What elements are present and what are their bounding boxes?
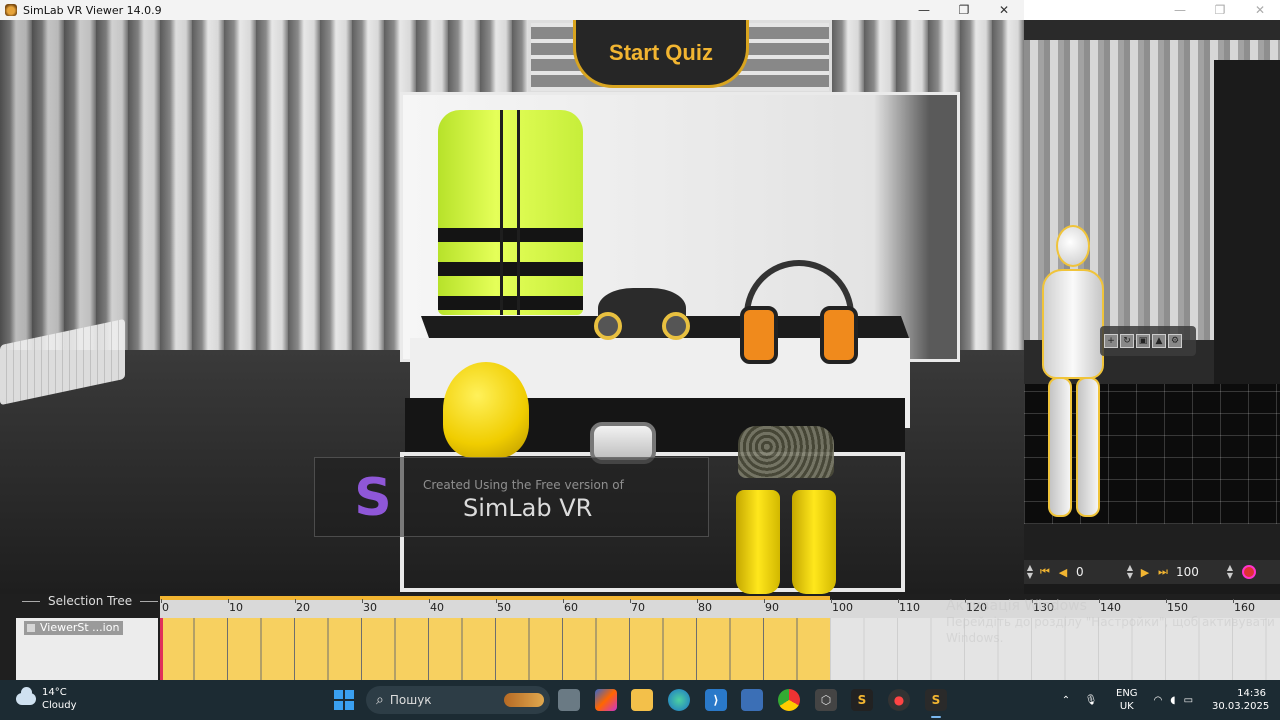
spin-icon[interactable]: ▲ ▼ xyxy=(1024,564,1036,580)
vscode-icon[interactable]: ⟩ xyxy=(705,689,727,711)
dark-doorway xyxy=(1214,60,1280,390)
hard-hat-object[interactable] xyxy=(443,362,529,458)
play-backward-button[interactable]: ◀ xyxy=(1054,566,1072,579)
simlab-composer-icon[interactable]: S xyxy=(851,689,873,711)
play-forward-button[interactable]: ▶ xyxy=(1136,566,1154,579)
arrow-up-icon[interactable]: ▲ xyxy=(1152,334,1166,348)
taskbar-clock[interactable]: 14:36 30.03.2025 xyxy=(1212,687,1270,713)
clock-date: 30.03.2025 xyxy=(1212,701,1270,712)
windows-start-icon[interactable] xyxy=(334,690,354,710)
secondary-viewport[interactable]: + ↻ ▣ ▲ ⚙ xyxy=(1024,20,1280,560)
task-view-icon[interactable] xyxy=(558,689,580,711)
transform-gizmo[interactable]: + ↻ ▣ ▲ ⚙ xyxy=(1100,326,1196,356)
chevron-up-icon[interactable]: ⌃ xyxy=(1058,695,1074,706)
weather-widget[interactable]: 14°C Cloudy xyxy=(16,686,76,712)
ruler-tick-label: 80 xyxy=(697,599,712,614)
animation-clip-bar[interactable] xyxy=(160,618,830,680)
battery-icon[interactable]: ▭ xyxy=(1184,695,1193,706)
ruler-tick-label: 60 xyxy=(563,599,578,614)
safety-boots-object[interactable] xyxy=(736,490,856,594)
record-icon[interactable] xyxy=(1242,565,1256,579)
secondary-close-button[interactable]: ✕ xyxy=(1240,0,1280,20)
start-frame-spin-icon[interactable]: ▲ ▼ xyxy=(1124,564,1136,580)
chrome-icon[interactable] xyxy=(778,689,800,711)
language-indicator[interactable]: ENG UK xyxy=(1116,687,1138,713)
ruler-tick-label: 50 xyxy=(496,599,511,614)
end-frame-spin-icon[interactable]: ▲ ▼ xyxy=(1224,564,1236,580)
ruler-tick-label: 100 xyxy=(831,599,853,614)
activate-windows-line2: Windows. xyxy=(946,631,1004,645)
maximize-button[interactable]: ❐ xyxy=(944,0,984,20)
ruler-tick-label: 90 xyxy=(764,599,779,614)
simlab-app-icon xyxy=(5,4,17,16)
secondary-maximize-button[interactable]: ❐ xyxy=(1200,0,1240,20)
ruler-tick-label: 30 xyxy=(362,599,377,614)
container-wall xyxy=(0,20,220,350)
start-frame-field[interactable]: 0 xyxy=(1072,565,1124,579)
playback-controls: ▲ ▼ ⏮ ◀ 0 ▲ ▼ ▶ ⏭ 100 ▲ ▼ xyxy=(1024,560,1280,584)
ruler-tick-label: 0 xyxy=(161,599,169,614)
move-icon[interactable]: + xyxy=(1104,334,1118,348)
clock-time: 14:36 xyxy=(1237,688,1266,699)
ruler-tick-label: 40 xyxy=(429,599,444,614)
respirator-mask-object[interactable] xyxy=(594,288,690,340)
simlab-vr-viewer-icon[interactable]: S xyxy=(925,689,947,718)
system-tray: ⌃ 🎙 ENG UK ◠ ◖ ▭ xyxy=(1058,680,1193,720)
taskbar-search[interactable]: ⌕ Пошук xyxy=(366,686,550,714)
timeline-panel: Selection Tree 0 10 20 30 40 50 60 70 80 90 100 110… xyxy=(0,594,1280,680)
selection-tree-label[interactable]: Selection Tree xyxy=(22,594,158,608)
ruler-tick-label: 70 xyxy=(630,599,645,614)
watermark-title: SimLab VR xyxy=(463,494,593,522)
safety-vest-object[interactable] xyxy=(438,110,583,315)
vr-viewport[interactable]: Start Quiz S Created Using the Free vers… xyxy=(0,20,1024,594)
simlab-logo-icon: S xyxy=(354,468,392,528)
go-to-end-button[interactable]: ⏭ xyxy=(1154,565,1172,579)
search-highlight-image xyxy=(504,693,544,707)
windows-taskbar: 14°C Cloudy ⌕ Пошук ⟩ ⬡ S ● S ⌃ 🎙 ENG UK… xyxy=(0,680,1280,720)
playhead[interactable] xyxy=(160,618,163,680)
mannequin-avatar[interactable] xyxy=(1030,225,1112,520)
track-list: ViewerSt ...ion xyxy=(16,618,158,680)
ruler-tick-label: 10 xyxy=(228,599,243,614)
minimize-button[interactable]: — xyxy=(904,0,944,20)
store-icon[interactable] xyxy=(741,689,763,711)
copilot-icon[interactable] xyxy=(595,689,617,711)
end-frame-field[interactable]: 100 xyxy=(1172,565,1224,579)
free-version-watermark: S Created Using the Free version of SimL… xyxy=(314,457,709,537)
cloud-icon xyxy=(16,687,36,705)
panel-floor xyxy=(1024,524,1280,560)
secondary-window-title-bar: — ❐ ✕ xyxy=(1024,0,1280,20)
scale-icon[interactable]: ▣ xyxy=(1136,334,1150,348)
secondary-minimize-button[interactable]: — xyxy=(1160,0,1200,20)
wifi-icon[interactable]: ◠ xyxy=(1154,695,1163,706)
activate-windows-title: Активація Windows xyxy=(946,598,1087,614)
ruler-tick-label: 110 xyxy=(898,599,920,614)
watermark-subtitle: Created Using the Free version of xyxy=(423,478,624,492)
search-icon: ⌕ xyxy=(376,692,384,708)
microphone-icon[interactable]: 🎙 xyxy=(1080,695,1102,706)
volume-icon[interactable]: ◖ xyxy=(1170,695,1175,706)
start-quiz-button[interactable]: Start Quiz xyxy=(573,20,749,88)
weather-desc: Cloudy xyxy=(42,700,77,711)
weather-temp: 14°C xyxy=(42,687,67,698)
obs-record-icon[interactable]: ● xyxy=(888,689,910,711)
unity-icon[interactable]: ⬡ xyxy=(815,689,837,711)
activate-windows-line1: Перейдіть до розділу "Настройки", щоб ак… xyxy=(946,615,1275,629)
ruler-tick-label: 20 xyxy=(295,599,310,614)
file-explorer-icon[interactable] xyxy=(631,689,653,711)
title-bar: SimLab VR Viewer 14.0.9 — ❐ ✕ xyxy=(0,0,1024,20)
go-to-start-button[interactable]: ⏮ xyxy=(1036,565,1054,579)
search-placeholder: Пошук xyxy=(389,693,432,707)
language-region: UK xyxy=(1119,701,1134,712)
activate-windows-watermark: Активація Windows Перейдіть до розділу "… xyxy=(946,598,1275,646)
language-code: ENG xyxy=(1116,688,1138,699)
settings-icon[interactable]: ⚙ xyxy=(1168,334,1182,348)
edge-browser-icon[interactable] xyxy=(668,689,690,711)
work-gloves-object[interactable] xyxy=(738,426,834,478)
rotate-icon[interactable]: ↻ xyxy=(1120,334,1134,348)
close-button[interactable]: ✕ xyxy=(984,0,1024,20)
window-title: SimLab VR Viewer 14.0.9 xyxy=(23,3,162,17)
track-item[interactable]: ViewerSt ...ion xyxy=(24,621,124,635)
